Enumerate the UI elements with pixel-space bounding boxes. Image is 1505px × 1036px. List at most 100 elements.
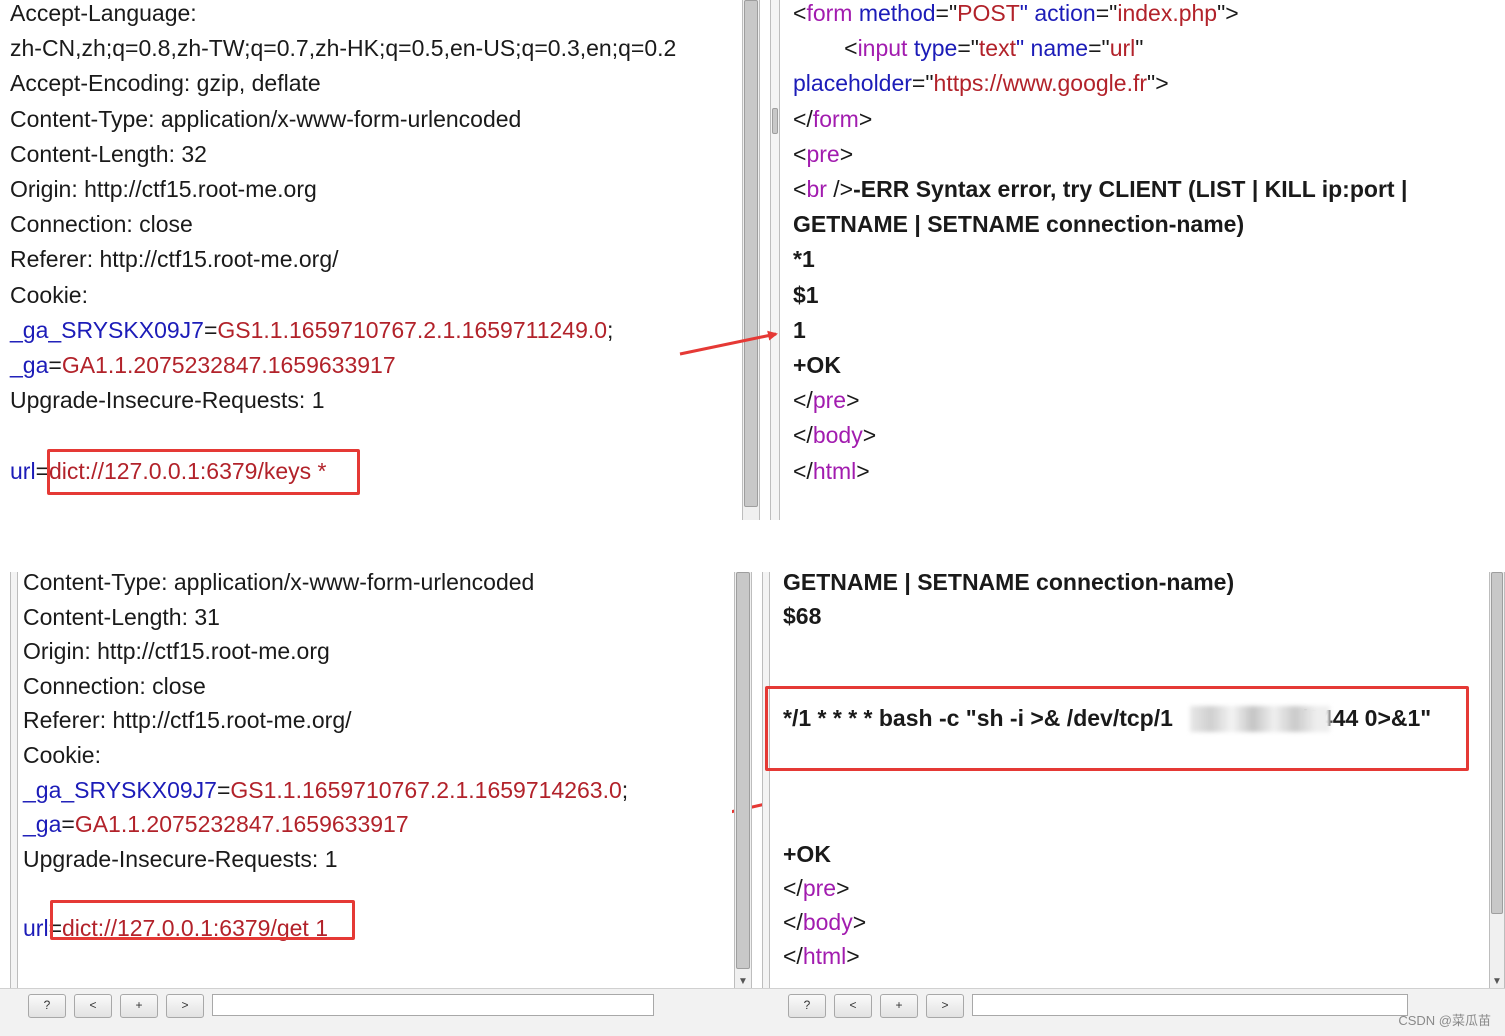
code-line: +OK bbox=[783, 839, 831, 869]
code-token: Connection: close bbox=[10, 211, 193, 238]
top-response-scrollbar[interactable] bbox=[770, 0, 780, 520]
code-token: https://www.google.fr bbox=[933, 70, 1148, 97]
code-line: <br />-ERR Syntax error, try CLIENT (LIS… bbox=[793, 174, 1407, 204]
code-token: GS1.1.1659710767.2.1.1659711249.0 bbox=[217, 316, 608, 343]
code-token: Content-Length: 32 bbox=[10, 140, 207, 167]
code-token: GA1.1.2075232847.1659633917 bbox=[61, 352, 396, 378]
add-button[interactable]: + bbox=[880, 994, 918, 1018]
code-line: <form method="POST" action="index.php"> bbox=[793, 0, 1239, 28]
code-token: text bbox=[978, 35, 1016, 62]
code-line: Connection: close bbox=[23, 671, 206, 701]
code-token: 1 bbox=[793, 316, 806, 343]
request-search-input[interactable] bbox=[212, 994, 654, 1016]
code-token: Referer: http://ctf15.root-me.org/ bbox=[23, 707, 352, 734]
highlight-box-response-bottom bbox=[765, 686, 1469, 771]
code-line: $68 bbox=[783, 601, 821, 631]
code-token: Cookie: bbox=[10, 281, 88, 308]
code-token: " action bbox=[1019, 0, 1096, 26]
help-button[interactable]: ? bbox=[28, 994, 66, 1018]
code-token: body bbox=[802, 909, 853, 935]
code-line: </body> bbox=[793, 420, 876, 450]
code-token: _ga_SRYSKX09J7 bbox=[23, 776, 217, 803]
code-token: "> bbox=[1147, 70, 1169, 97]
code-token: = bbox=[48, 352, 62, 378]
code-token: ; bbox=[621, 776, 629, 803]
code-token: -ERR Syntax error, try CLIENT (LIST | KI… bbox=[853, 176, 1408, 202]
scroll-thumb[interactable] bbox=[744, 0, 758, 507]
code-token: > bbox=[862, 422, 877, 449]
code-token: =" bbox=[957, 35, 979, 62]
code-token: Cookie: bbox=[23, 742, 101, 768]
scroll-thumb[interactable] bbox=[736, 572, 750, 969]
next-button[interactable]: > bbox=[926, 994, 964, 1018]
code-line: GETNAME | SETNAME connection-name) bbox=[783, 568, 1234, 597]
code-line: _ga_SRYSKX09J7=GS1.1.1659710767.2.1.1659… bbox=[10, 315, 613, 345]
code-line: placeholder="https://www.google.fr"> bbox=[793, 68, 1169, 98]
bottom-request-scrollbar[interactable]: ▼ bbox=[734, 572, 752, 990]
top-response-pane[interactable]: <form method="POST" action="index.php"> … bbox=[780, 0, 1505, 520]
code-token: pre bbox=[802, 875, 837, 901]
code-line: Content-Type: application/x-www-form-url… bbox=[10, 104, 521, 134]
code-token: =" bbox=[1088, 35, 1110, 62]
top-request-pane[interactable]: Accept-Language: zh-CN,zh;q=0.8,zh-TW;q=0… bbox=[0, 0, 740, 520]
code-token: > bbox=[836, 875, 850, 901]
bottom-response-text: GETNAME | SETNAME connection-name) $68 */1… bbox=[783, 568, 1488, 987]
code-token: </ bbox=[793, 457, 813, 484]
response-search-input[interactable] bbox=[972, 994, 1408, 1016]
code-line: Referer: http://ctf15.root-me.org/ bbox=[23, 705, 352, 735]
code-token: _ga bbox=[10, 352, 49, 378]
prev-button[interactable]: < bbox=[74, 994, 112, 1018]
code-line: Referer: http://ctf15.root-me.org/ bbox=[10, 244, 339, 274]
code-token: "> bbox=[1217, 0, 1239, 26]
scroll-thumb[interactable] bbox=[772, 108, 778, 134]
code-line: Upgrade-Insecure-Requests: 1 bbox=[23, 844, 338, 874]
next-button[interactable]: > bbox=[166, 994, 204, 1018]
code-token: Connection: close bbox=[23, 672, 206, 699]
code-token: placeholder bbox=[793, 70, 912, 97]
code-token: br bbox=[806, 176, 827, 202]
code-token: </ bbox=[783, 943, 803, 969]
code-token: pre bbox=[812, 387, 847, 414]
code-token: html bbox=[812, 457, 857, 484]
code-token: _ga_SRYSKX09J7 bbox=[10, 316, 204, 343]
code-token: < bbox=[793, 176, 807, 202]
code-token: $1 bbox=[793, 281, 819, 308]
code-token: Content-Length: 31 bbox=[23, 603, 220, 630]
code-token: GA1.1.2075232847.1659633917 bbox=[74, 811, 409, 838]
code-line: Content-Type: application/x-www-form-url… bbox=[23, 568, 534, 597]
code-token: </ bbox=[793, 105, 813, 132]
code-token: " name bbox=[1016, 35, 1089, 62]
code-token: < bbox=[793, 0, 807, 26]
code-line: Upgrade-Insecure-Requests: 1 bbox=[10, 385, 325, 415]
code-token: > bbox=[846, 943, 860, 969]
code-token: form bbox=[806, 0, 853, 26]
bottom-response-scrollbar[interactable]: ▼ bbox=[1489, 572, 1505, 990]
add-button[interactable]: + bbox=[120, 994, 158, 1018]
code-token: > bbox=[852, 909, 867, 935]
code-token: Accept-Language: bbox=[10, 0, 197, 26]
top-request-text: Accept-Language: zh-CN,zh;q=0.8,zh-TW;q=0… bbox=[10, 0, 740, 518]
code-token: zh-CN,zh;q=0.8,zh-TW;q=0.7,zh-HK;q=0.5,e… bbox=[10, 35, 677, 62]
code-line: Origin: http://ctf15.root-me.org bbox=[10, 174, 317, 204]
code-token: " bbox=[1135, 35, 1144, 62]
help-button[interactable]: ? bbox=[788, 994, 826, 1018]
code-token: > bbox=[858, 105, 873, 132]
code-token: =" bbox=[911, 70, 934, 97]
code-token: Content-Type: application/x-www-form-url… bbox=[23, 569, 535, 595]
code-token: /> bbox=[826, 176, 854, 202]
scroll-thumb[interactable] bbox=[1491, 572, 1503, 914]
code-line: +OK bbox=[793, 350, 841, 380]
code-line: Content-Length: 31 bbox=[23, 602, 220, 632]
code-line: Accept-Language: bbox=[10, 0, 197, 28]
bottom-response-pane[interactable]: GETNAME | SETNAME connection-name) $68 */1… bbox=[770, 568, 1488, 988]
prev-button[interactable]: < bbox=[834, 994, 872, 1018]
code-line: $1 bbox=[793, 280, 819, 310]
code-line: </pre> bbox=[793, 385, 860, 415]
code-token: pre bbox=[806, 140, 840, 167]
code-token: _ga bbox=[23, 811, 62, 838]
code-token: > bbox=[839, 140, 854, 167]
code-line: _ga_SRYSKX09J7=GS1.1.1659710767.2.1.1659… bbox=[23, 775, 628, 805]
code-line: </html> bbox=[793, 456, 870, 486]
highlight-box-request-top bbox=[47, 449, 360, 495]
top-request-scrollbar[interactable] bbox=[742, 0, 760, 520]
